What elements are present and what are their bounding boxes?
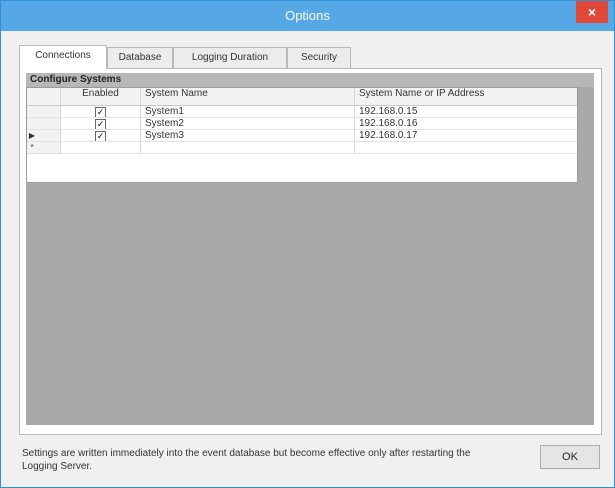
table-row[interactable]: ✓ System2 192.168.0.16 bbox=[27, 118, 577, 130]
system-name-cell[interactable]: System1 bbox=[141, 106, 355, 117]
column-header-address[interactable]: System Name or IP Address bbox=[355, 88, 577, 105]
row-header-corner bbox=[27, 88, 61, 105]
system-name-cell[interactable]: System3 bbox=[141, 130, 355, 141]
row-header[interactable]: * bbox=[27, 142, 61, 153]
tab-connections[interactable]: Connections bbox=[19, 45, 107, 69]
enabled-cell: ✓ bbox=[61, 106, 141, 117]
new-row[interactable]: * bbox=[27, 142, 577, 154]
table-row[interactable]: ✓ System1 192.168.0.15 bbox=[27, 106, 577, 118]
title-bar: Options × bbox=[1, 1, 614, 31]
enabled-cell: ✓ bbox=[61, 130, 141, 141]
row-header[interactable]: ▶ bbox=[27, 130, 61, 141]
current-row-arrow-icon: ▶ bbox=[28, 131, 36, 140]
address-cell[interactable]: 192.168.0.16 bbox=[355, 118, 577, 129]
enabled-checkbox[interactable]: ✓ bbox=[95, 107, 106, 117]
row-header[interactable] bbox=[27, 118, 61, 129]
system-name-cell[interactable]: System2 bbox=[141, 118, 355, 129]
group-title: Configure Systems bbox=[26, 73, 594, 87]
enabled-cell: ✓ bbox=[61, 118, 141, 129]
address-cell[interactable]: 192.168.0.15 bbox=[355, 106, 577, 117]
ok-button[interactable]: OK bbox=[540, 445, 600, 469]
systems-grid: Enabled System Name System Name or IP Ad… bbox=[26, 87, 578, 183]
new-row-asterisk-icon: * bbox=[30, 143, 34, 152]
restart-note: Settings are written immediately into th… bbox=[22, 448, 471, 472]
enabled-cell[interactable] bbox=[61, 142, 141, 153]
system-name-cell[interactable] bbox=[141, 142, 355, 153]
options-window: Options × Connections Database Logging D… bbox=[0, 0, 615, 488]
window-title: Options bbox=[285, 8, 330, 23]
address-cell[interactable] bbox=[355, 142, 577, 153]
column-header-system-name[interactable]: System Name bbox=[141, 88, 355, 105]
table-row[interactable]: ▶ ✓ System3 192.168.0.17 bbox=[27, 130, 577, 142]
tab-bar: Connections Database Logging Duration Se… bbox=[19, 45, 596, 69]
row-header[interactable] bbox=[27, 106, 61, 117]
enabled-checkbox[interactable]: ✓ bbox=[95, 119, 106, 129]
tab-database[interactable]: Database bbox=[107, 47, 173, 68]
enabled-checkbox[interactable]: ✓ bbox=[95, 131, 106, 141]
tab-logging-duration[interactable]: Logging Duration bbox=[173, 47, 287, 68]
configure-systems-group: Configure Systems Enabled System Name Sy… bbox=[26, 73, 594, 425]
tab-security[interactable]: Security bbox=[287, 47, 351, 68]
close-button[interactable]: × bbox=[576, 1, 608, 23]
connections-panel: Configure Systems Enabled System Name Sy… bbox=[19, 68, 602, 435]
grid-header-row: Enabled System Name System Name or IP Ad… bbox=[27, 88, 577, 106]
address-cell[interactable]: 192.168.0.17 bbox=[355, 130, 577, 141]
column-header-enabled[interactable]: Enabled bbox=[61, 88, 141, 105]
